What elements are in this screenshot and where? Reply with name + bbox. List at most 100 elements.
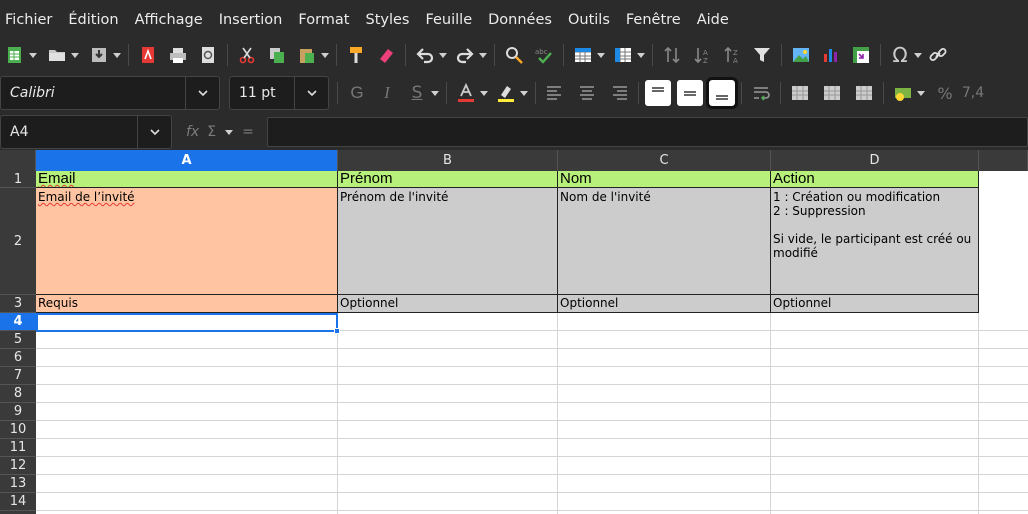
- wrap-text-icon[interactable]: [748, 80, 774, 106]
- cell-c1[interactable]: Nom: [558, 171, 771, 188]
- menu-aide[interactable]: Aide: [697, 12, 729, 28]
- align-middle-icon[interactable]: [677, 80, 703, 106]
- italic-icon[interactable]: I: [374, 80, 400, 106]
- cut-icon[interactable]: [234, 42, 260, 68]
- row-header-10[interactable]: 10: [0, 421, 36, 439]
- cell-d3[interactable]: Optionnel: [771, 295, 979, 313]
- undo-icon[interactable]: [412, 42, 438, 68]
- cell-d2[interactable]: 1 : Création ou modification 2 : Suppres…: [771, 188, 979, 295]
- new-icon[interactable]: [2, 42, 28, 68]
- row-header-3[interactable]: 3: [0, 295, 36, 313]
- cell-b1[interactable]: Prénom: [338, 171, 558, 188]
- clear-format-icon[interactable]: [373, 42, 399, 68]
- chevron-down-icon[interactable]: [294, 77, 328, 109]
- special-character-dropdown[interactable]: [913, 42, 923, 68]
- name-box[interactable]: A4: [0, 115, 172, 149]
- underline-dropdown[interactable]: [430, 80, 440, 106]
- column-header-c[interactable]: C: [558, 150, 771, 171]
- font-size-box[interactable]: 11 pt: [229, 76, 329, 110]
- menu-edition[interactable]: Édition: [68, 12, 118, 28]
- cell-d1[interactable]: Action: [771, 171, 979, 188]
- undo-dropdown[interactable]: [438, 42, 448, 68]
- row-header-9[interactable]: 9: [0, 403, 36, 421]
- save-dropdown[interactable]: [112, 42, 122, 68]
- find-replace-icon[interactable]: [501, 42, 527, 68]
- autofilter-icon[interactable]: [749, 42, 775, 68]
- percent-format-icon[interactable]: %: [932, 80, 958, 106]
- special-character-icon[interactable]: Ω: [887, 42, 913, 68]
- row-header-7[interactable]: 7: [0, 367, 36, 385]
- new-dropdown[interactable]: [28, 42, 38, 68]
- chevron-down-icon[interactable]: [137, 116, 171, 148]
- paste-dropdown[interactable]: [320, 42, 330, 68]
- menu-fichier[interactable]: Fichier: [5, 12, 52, 28]
- merge-center-icon[interactable]: [819, 80, 845, 106]
- underline-icon[interactable]: S: [404, 80, 430, 106]
- font-name-box[interactable]: Calibri: [0, 76, 220, 110]
- copy-icon[interactable]: [264, 42, 290, 68]
- menu-styles[interactable]: Styles: [365, 12, 409, 28]
- align-top-icon[interactable]: [645, 80, 671, 106]
- column-header-e[interactable]: [979, 150, 1028, 171]
- save-icon[interactable]: [86, 42, 112, 68]
- redo-dropdown[interactable]: [478, 42, 488, 68]
- formula-input[interactable]: [267, 117, 1028, 147]
- print-icon[interactable]: [165, 42, 191, 68]
- highlight-color-dropdown[interactable]: [519, 80, 529, 106]
- font-color-icon[interactable]: [453, 80, 479, 106]
- row-icon[interactable]: [570, 42, 596, 68]
- spellcheck-icon[interactable]: abc: [531, 42, 557, 68]
- sort-descending-icon[interactable]: ZA: [719, 42, 745, 68]
- menu-format[interactable]: Format: [298, 12, 349, 28]
- print-preview-icon[interactable]: [195, 42, 221, 68]
- number-format-icon[interactable]: 7,4: [960, 80, 986, 106]
- align-bottom-icon[interactable]: [706, 77, 738, 109]
- cell-a1[interactable]: Email: [36, 171, 338, 188]
- menu-insertion[interactable]: Insertion: [219, 12, 283, 28]
- sort-icon[interactable]: [659, 42, 685, 68]
- export-pdf-icon[interactable]: [135, 42, 161, 68]
- row-header-14[interactable]: 14: [0, 493, 36, 511]
- function-wizard-icon[interactable]: fx: [186, 124, 199, 140]
- clone-format-icon[interactable]: [343, 42, 369, 68]
- row-header-12[interactable]: 12: [0, 457, 36, 475]
- column-dropdown[interactable]: [636, 42, 646, 68]
- row-header-5[interactable]: 5: [0, 331, 36, 349]
- menu-donnees[interactable]: Données: [488, 12, 552, 28]
- cell-reference[interactable]: A4: [1, 124, 137, 140]
- row-header-8[interactable]: 8: [0, 385, 36, 403]
- row-header-6[interactable]: 6: [0, 349, 36, 367]
- currency-format-dropdown[interactable]: [916, 80, 926, 106]
- bold-icon[interactable]: G: [344, 80, 370, 106]
- hyperlink-icon[interactable]: [925, 42, 951, 68]
- cell-a2[interactable]: Email de l’invité: [36, 188, 338, 295]
- column-header-a[interactable]: A: [36, 150, 338, 171]
- font-name-value[interactable]: Calibri: [1, 85, 185, 101]
- row-header-13[interactable]: 13: [0, 475, 36, 493]
- cell-a3[interactable]: Requis: [36, 295, 338, 313]
- column-header-b[interactable]: B: [338, 150, 558, 171]
- fill-handle[interactable]: [334, 328, 340, 334]
- cell-c3[interactable]: Optionnel: [558, 295, 771, 313]
- row-header-2[interactable]: 2: [0, 188, 36, 295]
- active-cell-a4[interactable]: [36, 313, 340, 334]
- open-dropdown[interactable]: [70, 42, 80, 68]
- paste-icon[interactable]: [294, 42, 320, 68]
- menu-affichage[interactable]: Affichage: [135, 12, 203, 28]
- row-header-1[interactable]: 1: [0, 171, 36, 188]
- row-header-4[interactable]: 4: [0, 313, 36, 331]
- cell-b3[interactable]: Optionnel: [338, 295, 558, 313]
- align-left-icon[interactable]: [542, 80, 568, 106]
- sum-icon[interactable]: Σ: [207, 124, 216, 140]
- pivot-table-icon[interactable]: [848, 42, 874, 68]
- menu-feuille[interactable]: Feuille: [425, 12, 472, 28]
- font-size-value[interactable]: 11 pt: [230, 85, 294, 101]
- highlight-color-icon[interactable]: [493, 80, 519, 106]
- sum-dropdown[interactable]: [224, 119, 234, 145]
- merge-cells-icon[interactable]: [787, 80, 813, 106]
- cell-b2[interactable]: Prénom de l'invité: [338, 188, 558, 295]
- unmerge-cells-icon[interactable]: [851, 80, 877, 106]
- open-icon[interactable]: [44, 42, 70, 68]
- align-center-icon[interactable]: [574, 80, 600, 106]
- column-icon[interactable]: [610, 42, 636, 68]
